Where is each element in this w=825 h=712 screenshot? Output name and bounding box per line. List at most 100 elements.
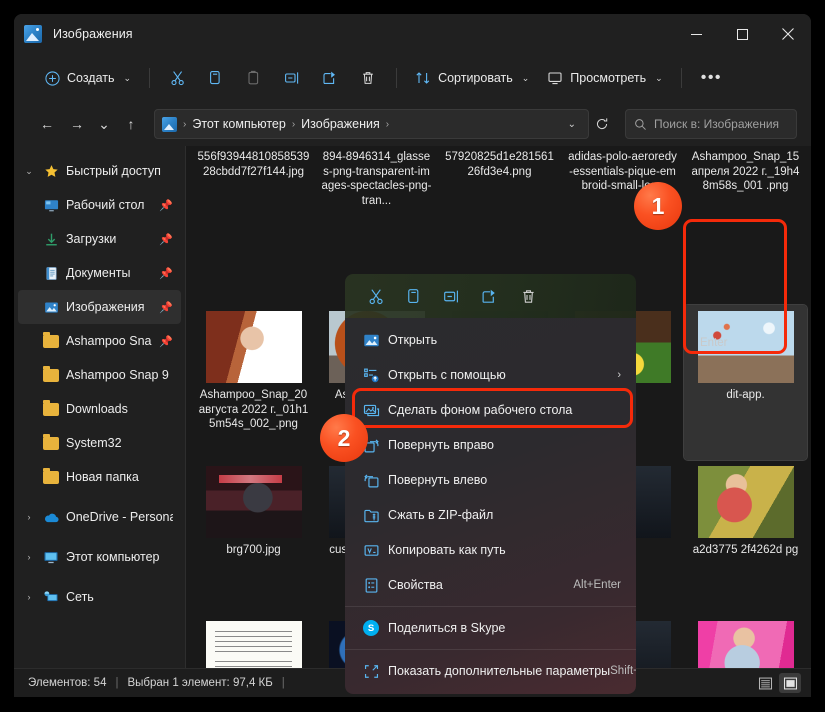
breadcrumb-this-pc[interactable]: Этот компьютер — [192, 117, 285, 131]
pin-icon[interactable]: 📌 — [159, 199, 173, 212]
menu-item-copy-as-path[interactable]: Копировать как путь — [349, 533, 632, 567]
sidebar-item-desktop[interactable]: Рабочий стол 📌 — [18, 188, 181, 222]
sidebar-item-label: Изображения — [66, 300, 145, 314]
view-icon — [547, 70, 563, 86]
screenshot-root: Изображения Создать ⌄ Сортировать ⌄ Прос… — [0, 0, 825, 712]
cut-icon[interactable] — [357, 280, 395, 312]
sidebar-item-downloads-folder[interactable]: Downloads — [18, 392, 181, 426]
menu-item-label: Повернуть влево — [388, 473, 488, 487]
sidebar-item-quick-access[interactable]: ⌄ Быстрый доступ — [18, 154, 181, 188]
command-bar: Создать ⌄ Сортировать ⌄ Просмотреть ⌄ ••… — [14, 54, 811, 102]
sidebar-item-downloads[interactable]: Загрузки 📌 — [18, 222, 181, 256]
sidebar-item-pictures[interactable]: Изображения 📌 — [18, 290, 181, 324]
menu-item-label: Повернуть вправо — [388, 438, 494, 452]
file-thumbnail — [205, 466, 302, 538]
share-button[interactable] — [311, 62, 349, 94]
menu-item-set-as-desktop-background[interactable]: Сделать фоном рабочего стола — [349, 393, 632, 427]
sidebar-item-this-pc[interactable]: › Этот компьютер — [18, 540, 181, 574]
menu-item-compress-to-zip[interactable]: Сжать в ZIP-файл — [349, 498, 632, 532]
file-tile[interactable]: Ashampoo_Snap_15 апреля 2022 г._19h48m58… — [684, 150, 807, 305]
sort-button[interactable]: Сортировать ⌄ — [406, 62, 538, 94]
minimize-button[interactable] — [673, 14, 719, 54]
file-name: 894-8946314_glasses-png-transparent-imag… — [321, 151, 432, 207]
file-tile[interactable]: Ashampoo_Snap_20 августа 2022 г._01h15m5… — [192, 305, 315, 460]
file-tile-selected[interactable]: dit-app. — [683, 304, 808, 461]
preview-pane-button[interactable] — [779, 673, 801, 693]
copy-icon[interactable] — [395, 280, 433, 312]
details-view-button[interactable] — [754, 673, 776, 693]
menu-item-properties[interactable]: Свойства Alt+Enter — [349, 568, 632, 602]
pin-icon[interactable]: 📌 — [159, 335, 173, 348]
address-history-caret-icon[interactable]: ⌄ — [560, 119, 584, 130]
chevron-right-icon[interactable]: › — [18, 552, 40, 562]
sidebar-item-network[interactable]: › Сеть — [18, 580, 181, 614]
copy-button[interactable] — [197, 62, 235, 94]
cut-button[interactable] — [159, 62, 197, 94]
sidebar-item-new-folder[interactable]: Новая папка — [18, 460, 181, 494]
rename-button[interactable] — [273, 62, 311, 94]
back-button[interactable]: ← — [32, 109, 62, 139]
new-button[interactable]: Создать ⌄ — [36, 62, 140, 94]
chevron-down-icon: ⌄ — [123, 72, 132, 83]
file-thumbnail — [205, 311, 302, 383]
sidebar-item-onedrive[interactable]: › OneDrive - Personal — [18, 500, 181, 534]
chevron-down-icon[interactable]: ⌄ — [18, 166, 40, 177]
paste-button[interactable] — [235, 62, 273, 94]
menu-item-open-with[interactable]: Открыть с помощью › — [349, 358, 632, 392]
file-thumbnail — [697, 621, 794, 668]
search-input[interactable]: Поиск в: Изображения — [625, 109, 797, 139]
set-wallpaper-icon — [358, 402, 384, 419]
menu-item-share-in-skype[interactable]: S Поделиться в Skype — [349, 611, 632, 645]
open-picture-icon — [358, 332, 384, 349]
sidebar-item-ashampoo-sna[interactable]: Ashampoo Sna 📌 — [18, 324, 181, 358]
pictures-icon — [40, 300, 62, 315]
delete-button[interactable] — [349, 62, 387, 94]
refresh-button[interactable] — [589, 117, 615, 131]
view-button[interactable]: Просмотреть ⌄ — [538, 62, 671, 94]
file-tile[interactable]: f39ddeb7ddcfa2.png — [192, 615, 315, 668]
context-menu-quick-actions — [345, 274, 636, 318]
maximize-button[interactable] — [719, 14, 765, 54]
forward-button[interactable]: → — [62, 109, 92, 139]
pin-icon[interactable]: 📌 — [159, 233, 173, 246]
menu-item-show-more-options[interactable]: Показать дополнительные параметры Shift+… — [349, 654, 636, 688]
sidebar-item-label: Быстрый доступ — [66, 164, 161, 178]
menu-item-rotate-right[interactable]: Повернуть вправо — [349, 428, 632, 462]
file-tile[interactable]: brg700.jpg — [192, 460, 315, 615]
file-thumbnail — [205, 621, 302, 668]
sidebar-item-label: System32 — [66, 436, 122, 450]
file-name: 57920825d1e28156126fd3e4.png — [445, 151, 554, 178]
chevron-right-icon[interactable]: › — [18, 592, 40, 602]
file-name: a2d3775 2f4262d pg — [692, 544, 799, 556]
star-icon — [40, 164, 62, 179]
sidebar-item-documents[interactable]: Документы 📌 — [18, 256, 181, 290]
up-button[interactable]: ↑ — [116, 109, 146, 139]
show-more-options-icon — [358, 663, 384, 680]
network-icon — [40, 590, 62, 605]
more-options-button[interactable]: ••• — [691, 69, 732, 87]
context-menu[interactable]: Открыть Открыть с помощью › Сделать фоно… — [345, 274, 636, 694]
breadcrumb-pictures[interactable]: Изображения — [301, 117, 380, 131]
toolbar-divider-3 — [680, 68, 682, 88]
menu-item-open[interactable]: Открыть — [349, 323, 632, 357]
sidebar-item-ashampoo-snap-9[interactable]: Ashampoo Snap 9 — [18, 358, 181, 392]
file-tile[interactable]: 556f9394481085853928cbdd7f27f144.jpg — [192, 150, 315, 305]
share-icon — [322, 70, 339, 86]
sort-icon — [415, 70, 431, 86]
menu-item-rotate-left[interactable]: Повернуть влево — [349, 463, 632, 497]
pin-icon[interactable]: 📌 — [159, 301, 173, 314]
menu-item-label: Открыть с помощью — [388, 368, 506, 382]
pin-icon[interactable]: 📌 — [159, 267, 173, 280]
breadcrumb[interactable]: › Этот компьютер › Изображения › ⌄ — [154, 109, 589, 139]
rename-icon[interactable] — [433, 280, 471, 312]
recent-locations-button[interactable]: ⌄ — [92, 109, 116, 139]
status-divider: | — [115, 677, 119, 689]
share-icon[interactable] — [471, 280, 509, 312]
delete-icon[interactable] — [509, 280, 547, 312]
properties-icon — [358, 577, 384, 594]
file-tile[interactable]: a2d3775 2f4262d pg — [684, 460, 807, 615]
chevron-right-icon[interactable]: › — [18, 512, 40, 522]
sidebar-item-system32[interactable]: System32 — [18, 426, 181, 460]
file-tile[interactable]: pg — [684, 615, 807, 668]
close-button[interactable] — [765, 14, 811, 54]
